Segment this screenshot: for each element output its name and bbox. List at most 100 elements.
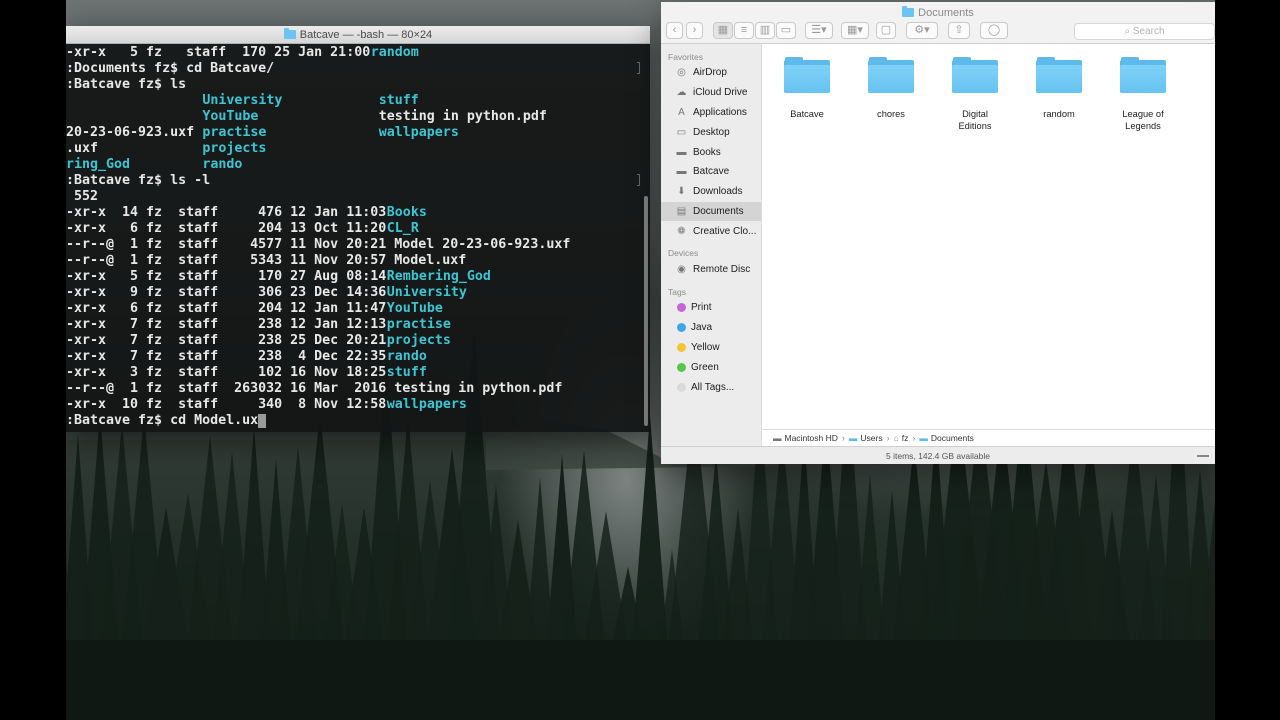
share-icon[interactable]: ⇧ (948, 22, 970, 39)
desktop-icon: ▭ (676, 126, 687, 138)
folder-item[interactable]: Batcave (765, 57, 849, 120)
sidebar-item-yellow[interactable]: Yellow (661, 338, 761, 358)
folder-icon (1036, 57, 1082, 93)
tag-icon[interactable]: ◯ (980, 22, 1008, 39)
terminal-line: :Batcave fz$ ls (66, 77, 640, 93)
forward-icon[interactable]: › (686, 22, 703, 39)
path-segment[interactable]: ⌂ fz (894, 433, 909, 443)
finder-window[interactable]: Documents ‹ › ▦ ≡ ▥ ▭ ☰▾ ▦▾ ▢ ⚙▾ ⇧ ◯ ⌕ S… (661, 2, 1215, 464)
sidebar-header-tags: Tags (668, 286, 686, 297)
folder-item[interactable]: Digital Editions (933, 57, 1017, 132)
cover-flow-icon[interactable]: ▭ (776, 22, 796, 39)
sidebar-item-all-tags[interactable]: All Tags... (661, 377, 761, 397)
sidebar-header-devices: Devices (668, 248, 699, 259)
terminal-text: -xr-x 5 fz staff 170 25 Jan 21:00 (66, 45, 379, 60)
terminal-text: --r--@ 1 fz staff 263032 16 Mar 2016 tes… (66, 381, 563, 396)
directory-name: rando (202, 157, 243, 172)
directory-name: University (386, 285, 467, 300)
sidebar-item-documents[interactable]: ▤ Documents (661, 201, 761, 222)
directory-name: YouTube (202, 109, 259, 124)
directory-name: ring_God (66, 157, 131, 172)
chevron-right-icon: › (841, 433, 845, 443)
terminal-text: -xr-x 9 fz staff 306 23 Dec 14:36 (66, 285, 395, 300)
directory-name: wallpapers (386, 397, 467, 412)
directory-name: wallpapers (378, 125, 459, 140)
icon-view-icon[interactable]: ▦ (713, 22, 733, 39)
scrollbar-thumb[interactable] (644, 196, 648, 426)
sidebar-item-remote-disc[interactable]: ◉ Remote Disc (661, 259, 761, 279)
folder-item[interactable]: chores (849, 57, 933, 120)
sidebar-item-label: Desktop (693, 126, 730, 138)
sidebar-item-label: Documents (693, 205, 744, 217)
sidebar-item-print[interactable]: Print (661, 298, 761, 318)
path-label: Macintosh HD (784, 433, 838, 443)
sidebar-item-downloads[interactable]: ⬇ Downloads (661, 182, 761, 202)
icon-size-slider[interactable] (1197, 455, 1209, 457)
sidebar-item-label: Remote Disc (693, 263, 751, 275)
sidebar-item-desktop[interactable]: ▭ Desktop (661, 122, 761, 142)
arrange-icon[interactable]: ☰▾ (805, 22, 833, 39)
folder-label: Batcave (790, 109, 824, 119)
documents-icon: ▤ (676, 205, 687, 217)
terminal-line: -xr-x 3 fz staff 102 16 Nov 18:25 stuff (66, 365, 640, 381)
chevron-right-icon: › (912, 433, 916, 443)
terminal-text: -xr-x 14 fz staff 476 12 Jan 11:03 (66, 205, 395, 220)
folder-label: League of Legends (1122, 109, 1164, 131)
finder-sidebar: Favorites ◎ AirDrop ☁ iCloud Drive A Applicat… (661, 44, 762, 464)
folder-label: Digital Editions (958, 109, 992, 131)
terminal-output[interactable]: -xr-x 5 fz staff 170 25 Jan 21:00 random… (66, 44, 640, 432)
sidebar-item-airdrop[interactable]: ◎ AirDrop (661, 63, 761, 83)
directory-name: CL_R (386, 221, 419, 236)
action-gear-icon[interactable]: ⚙▾ (906, 22, 938, 39)
path-label: Users (860, 433, 883, 443)
new-folder-icon[interactable]: ▢ (876, 22, 896, 39)
folder-item[interactable]: random (1017, 57, 1101, 120)
terminal-text: --r--@ 1 fz staff 5343 11 Nov 20:57 Mode… (66, 253, 467, 268)
tag-dot-icon (677, 362, 686, 372)
sidebar-item-batcave[interactable]: ▬ Batcave (661, 162, 761, 182)
back-icon[interactable]: ‹ (666, 22, 683, 39)
path-segment[interactable]: ▬ Macintosh HD (773, 433, 838, 443)
path-segment[interactable]: ▬ Users (849, 433, 883, 443)
finder-content[interactable]: Batcave chores Digital Editions random Leagu… (762, 44, 1215, 429)
terminal-text: .uxf (66, 141, 99, 156)
sidebar-item-label: AirDrop (693, 67, 727, 79)
path-segment[interactable]: ▬ Documents (919, 433, 974, 443)
sidebar-item-books[interactable]: ▬ Books (661, 142, 761, 162)
sidebar-item-applications[interactable]: A Applications (661, 103, 761, 123)
sidebar-item-java[interactable]: Java (661, 318, 761, 338)
sidebar-item-label: Print (691, 302, 712, 314)
terminal-titlebar[interactable]: Batcave — -bash — 80×24 (66, 26, 650, 44)
creative-cloud-icon: ❁ (677, 225, 686, 237)
terminal-line: :Batcave fz$ cd Model.ux (66, 413, 640, 429)
directory-name: projects (386, 333, 451, 348)
finder-titlebar[interactable]: Documents (661, 2, 1215, 20)
folder-item[interactable]: League of Legends (1101, 57, 1185, 132)
column-view-icon[interactable]: ▥ (755, 22, 775, 39)
directory-name: projects (202, 141, 267, 156)
path-bar: ▬ Macintosh HD › ▬ Users › ⌂ fz › ▬ Documents (762, 429, 1215, 446)
sidebar-item-label: Applications (693, 106, 747, 118)
folder-icon (902, 6, 915, 17)
terminal-text: -xr-x 6 fz staff 204 12 Jan 11:47 (66, 301, 395, 316)
list-view-icon[interactable]: ≡ (734, 22, 754, 39)
directory-name: Rembering_God (386, 269, 491, 284)
terminal-text: -xr-x 10 fz staff 340 8 Nov 12:58 (66, 397, 395, 412)
terminal-line: -xr-x 7 fz staff 238 4 Dec 22:35 rando (66, 349, 640, 365)
terminal-scrollbar[interactable] (642, 46, 648, 430)
group-icon[interactable]: ▦▾ (841, 22, 869, 39)
disc-icon: ◉ (677, 263, 686, 275)
terminal-text: :Batcave fz$ cd Model.ux (66, 413, 259, 428)
sidebar-item-green[interactable]: Green (661, 357, 761, 377)
directory-name: practise (386, 317, 451, 332)
sidebar-item-creative-clo[interactable]: ❁ Creative Clo... (661, 221, 761, 241)
folder-label: chores (877, 109, 905, 119)
applications-icon: A (678, 106, 685, 118)
sidebar-item-label: Batcave (693, 166, 730, 178)
text-cursor (258, 414, 267, 428)
search-input[interactable]: ⌕ Search (1074, 23, 1215, 40)
folder-label: random (1043, 109, 1075, 119)
sidebar-item-icloud-drive[interactable]: ☁ iCloud Drive (661, 83, 761, 103)
downloads-icon: ⬇ (677, 186, 686, 198)
terminal-window[interactable]: Batcave — -bash — 80×24 -xr-x 5 fz staff… (66, 26, 650, 432)
